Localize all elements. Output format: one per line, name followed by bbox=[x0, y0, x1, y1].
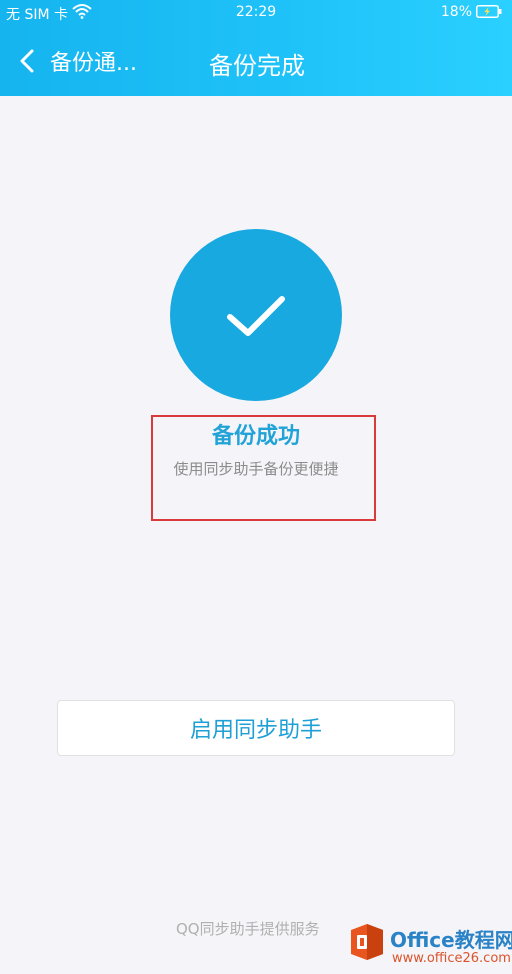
success-title: 备份成功 bbox=[211, 424, 300, 449]
status-bar: 无 SIM 卡 22:29 18% bbox=[0, 0, 512, 26]
watermark-url: www.office26.com bbox=[392, 951, 511, 966]
battery-percent: 18% bbox=[440, 4, 472, 20]
battery-charging-icon bbox=[476, 5, 502, 18]
clock: 22:29 bbox=[235, 4, 277, 20]
success-subtitle: 使用同步助手备份更便捷 bbox=[173, 460, 339, 478]
back-label: 备份通... bbox=[50, 51, 137, 76]
back-button[interactable]: 备份通... bbox=[18, 44, 137, 78]
checkmark-icon bbox=[227, 296, 285, 336]
success-badge bbox=[170, 229, 342, 401]
office-logo-icon bbox=[351, 924, 383, 960]
enable-sync-assistant-button[interactable]: 启用同步助手 bbox=[57, 700, 455, 756]
footer-provider-text: QQ同步助手提供服务 bbox=[176, 920, 320, 938]
nav-bar: 备份通... 备份完成 bbox=[0, 26, 512, 96]
watermark: Office教程网 www.office26.com bbox=[344, 918, 512, 974]
page-title: 备份完成 bbox=[209, 52, 305, 80]
watermark-brand: Office教程网 bbox=[390, 928, 512, 952]
header: 无 SIM 卡 22:29 18% 备份通... 备份完成 bbox=[0, 0, 512, 96]
chevron-left-icon bbox=[20, 49, 34, 73]
